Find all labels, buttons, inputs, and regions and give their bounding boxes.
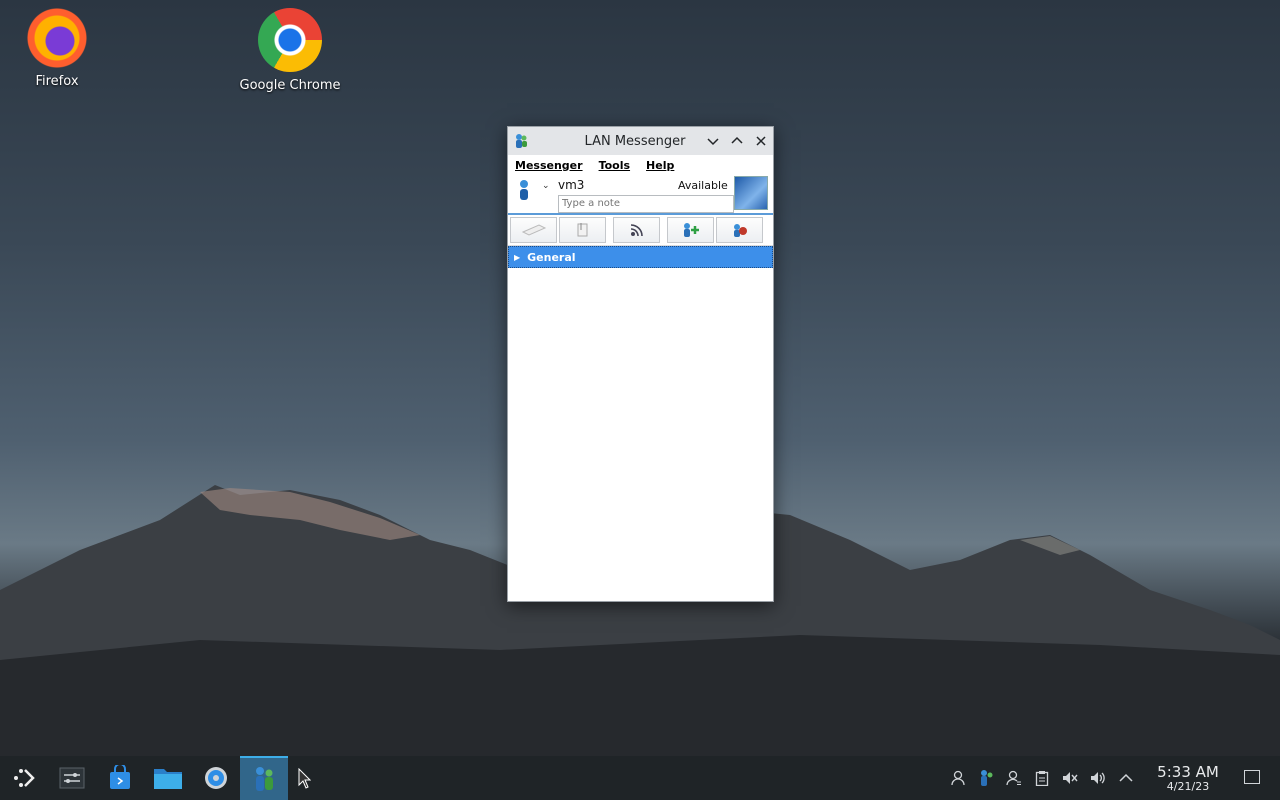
file-transfer-icon	[577, 223, 587, 237]
close-button[interactable]	[749, 129, 773, 153]
menubar: Messenger Tools Help	[508, 155, 773, 175]
desktop-icon-label: Firefox	[35, 74, 79, 89]
system-settings-icon	[205, 767, 227, 789]
chevron-down-icon	[707, 138, 719, 146]
lan-messenger-window: LAN Messenger Messenger Tools Help ⌄ vm3…	[507, 126, 774, 602]
chevron-up-icon	[731, 136, 743, 144]
mouse-cursor-icon	[298, 768, 311, 789]
expand-arrow-icon[interactable]: ▶	[514, 253, 520, 262]
status-dropdown-icon[interactable]: ⌄	[542, 181, 550, 191]
firefox-icon	[27, 8, 87, 68]
maximize-button[interactable]	[725, 129, 749, 153]
clock-time: 5:33 AM	[1157, 763, 1219, 781]
clock-date: 4/21/23	[1166, 780, 1210, 793]
file-manager-launcher[interactable]	[144, 756, 192, 800]
user-status[interactable]: Available	[678, 179, 728, 192]
user-avatar[interactable]	[734, 176, 768, 210]
settings-icon	[733, 224, 747, 237]
volume-icon	[1091, 772, 1105, 784]
add-contact-button[interactable]	[667, 217, 714, 243]
system-settings-launcher[interactable]	[192, 756, 240, 800]
lan-messenger-tray-icon	[981, 770, 993, 786]
file-transfer-button[interactable]	[559, 217, 606, 243]
volume-tray-button[interactable]	[1084, 770, 1112, 786]
user-status-icon[interactable]	[516, 179, 532, 201]
discover-store-launcher[interactable]	[96, 756, 144, 800]
mute-icon	[1063, 772, 1078, 784]
toolbar	[508, 215, 773, 246]
contact-group-general[interactable]: ▶ General	[508, 246, 773, 268]
note-input[interactable]	[558, 195, 734, 213]
file-manager-icon	[154, 769, 182, 789]
clock[interactable]: 5:33 AM 4/21/23	[1152, 764, 1224, 793]
add-contact-icon	[683, 223, 699, 237]
system-tray	[944, 756, 1140, 800]
menu-tools[interactable]: Tools	[599, 159, 630, 172]
task-manager-icon	[59, 767, 85, 789]
broadcast-icon	[521, 224, 546, 236]
lan-messenger-task[interactable]	[240, 756, 288, 800]
rss-icon	[630, 224, 643, 237]
discover-store-icon	[110, 765, 130, 789]
taskbar: 5:33 AM 4/21/23	[0, 756, 1280, 800]
desktop-icon-firefox[interactable]: Firefox	[2, 8, 112, 89]
clipboard-icon	[1035, 771, 1049, 786]
window-title: LAN Messenger	[584, 133, 686, 149]
user-name: vm3	[558, 178, 585, 192]
mute-tray-button[interactable]	[1056, 770, 1084, 786]
menu-help[interactable]: Help	[646, 159, 674, 172]
rss-button[interactable]	[613, 217, 660, 243]
network-user-tray-button[interactable]	[1000, 770, 1028, 786]
window-titlebar[interactable]: LAN Messenger	[508, 127, 773, 155]
settings-button[interactable]	[716, 217, 763, 243]
minimize-button[interactable]	[701, 129, 725, 153]
launcher-icon	[14, 769, 35, 787]
expand-tray-icon	[1119, 773, 1133, 782]
chrome-icon	[258, 8, 322, 72]
desktop-icon-label: Google Chrome	[239, 78, 341, 93]
application-launcher[interactable]	[0, 756, 48, 800]
show-desktop-button[interactable]	[1244, 770, 1260, 784]
clipboard-tray-button[interactable]	[1028, 770, 1056, 786]
menu-messenger[interactable]: Messenger	[515, 159, 583, 172]
task-manager-launcher[interactable]	[48, 756, 96, 800]
expand-tray-button[interactable]	[1112, 773, 1140, 783]
lan-messenger-tray-button[interactable]	[972, 769, 1000, 787]
user-icon	[951, 770, 965, 786]
group-label: General	[527, 250, 576, 264]
close-icon	[756, 136, 766, 146]
lan-messenger-app-icon	[516, 134, 527, 148]
lan-messenger-icon	[256, 767, 273, 791]
user-panel: ⌄ vm3 Available	[508, 175, 773, 215]
desktop-icon-chrome[interactable]: Google Chrome	[235, 8, 345, 93]
user-tray-button[interactable]	[944, 770, 972, 786]
broadcast-button[interactable]	[510, 217, 557, 243]
network-user-icon	[1006, 770, 1021, 786]
